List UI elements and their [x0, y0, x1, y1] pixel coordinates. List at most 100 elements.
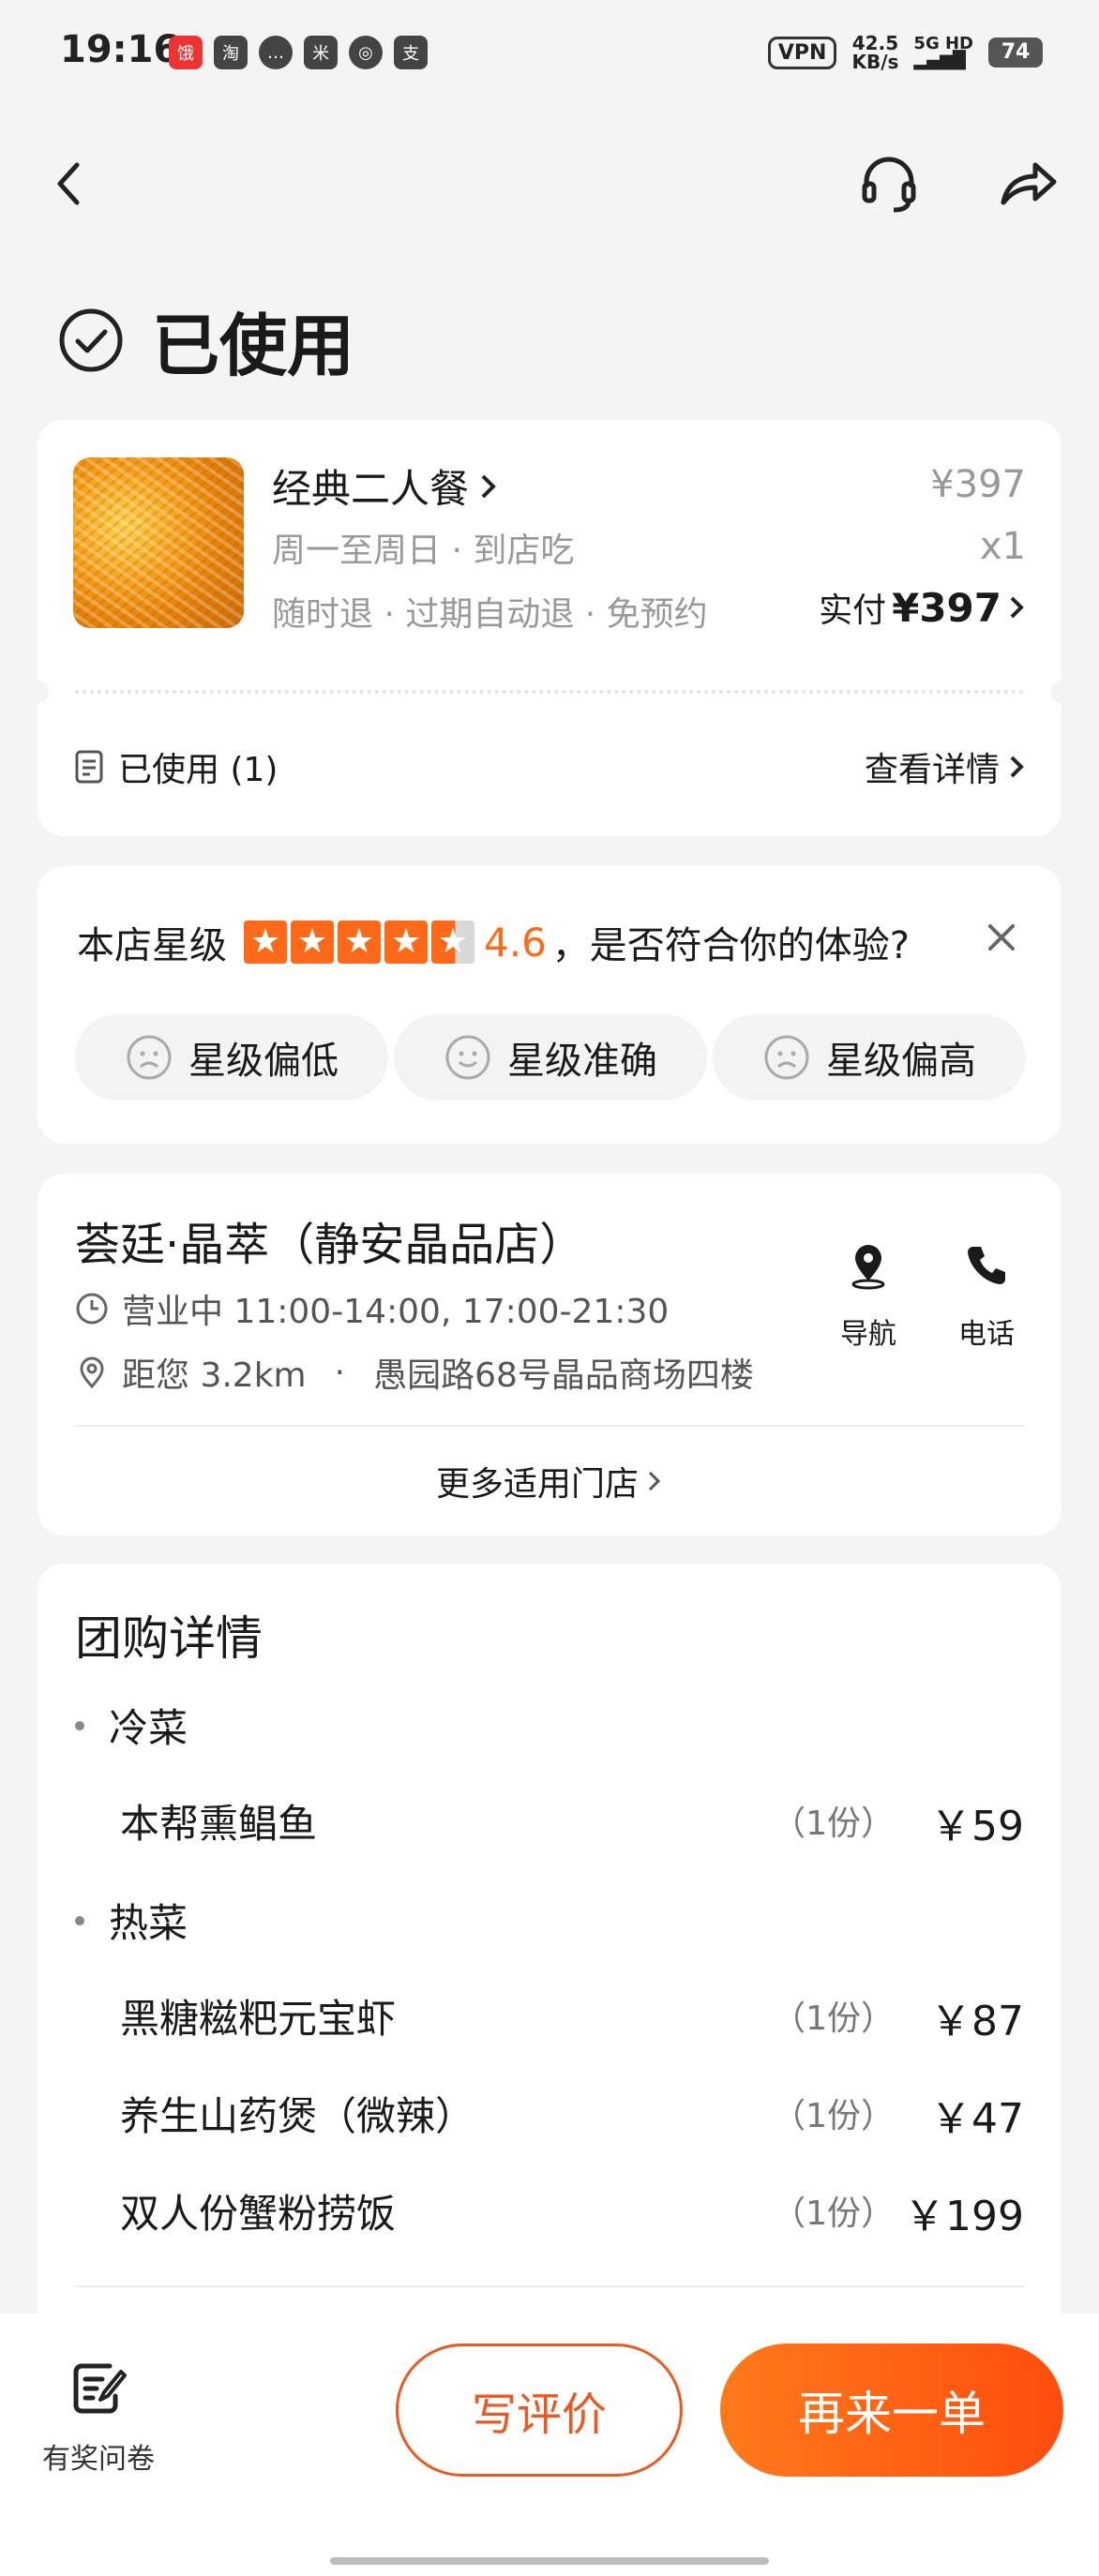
rating-option-label: 星级准确: [507, 1040, 657, 1083]
menu-item: 养生山药煲（微辣） （1份） ￥47: [120, 2085, 1024, 2143]
paid-label: 实付: [819, 592, 887, 630]
quantity: x1: [979, 525, 1026, 568]
category-heading: 热菜: [75, 1892, 188, 1949]
store-hours-row: 营业中 11:00-14:00, 17:00-21:30: [75, 1284, 669, 1333]
deal-tags: 随时退 · 过期自动退 · 免预约: [272, 595, 708, 634]
rating-option-label: 星级偏高: [826, 1040, 976, 1083]
rating-option-low[interactable]: 星级偏低: [75, 1014, 388, 1101]
status-app-icons: 饿 淘 … 米 ◎ 支: [169, 36, 428, 69]
deal-schedule: 周一至周日 · 到店吃: [272, 532, 575, 570]
address-separator: ·: [334, 1353, 346, 1392]
deal-name: 经典二人餐: [272, 466, 470, 512]
clock-icon: [76, 1293, 108, 1325]
speed-unit: KB/s: [851, 51, 899, 73]
divider: [75, 1425, 1024, 1427]
store-address-row: 距您 3.2km · 愚园路68号晶品商场四楼: [75, 1348, 754, 1397]
call-button[interactable]: 电话: [940, 1239, 1033, 1352]
view-details-link[interactable]: 查看详情: [865, 742, 1026, 791]
item-price: ￥59: [930, 1803, 1024, 1850]
original-price: ¥397: [930, 463, 1026, 506]
bottom-action-bar: 有奖问卷 写评价 再来一单: [0, 2314, 1099, 2576]
bullet: [75, 1720, 84, 1730]
network-speed: 42.5 KB/s: [851, 34, 898, 71]
unhappy-face-icon: [127, 1035, 172, 1080]
rating-option-label: 星级偏低: [188, 1040, 339, 1083]
used-status-row: 已使用 (1): [73, 742, 278, 791]
star-icon: ★: [338, 921, 381, 964]
reorder-button[interactable]: 再来一单: [720, 2344, 1063, 2477]
store-distance: 距您 3.2km: [122, 1356, 307, 1395]
alipay-app-icon: 支: [394, 36, 428, 69]
group-details-title: 团购详情: [75, 1611, 263, 1666]
signal-indicator: 5G HD ▂▄▆█: [913, 36, 973, 69]
page-title-row: 已使用: [56, 291, 354, 389]
rating-row: 本店星级 ★ ★ ★ ★ ★ 4.6 ，是否符合你的体验?: [77, 915, 910, 969]
order-card: 经典二人餐 周一至周日 · 到店吃 随时退 · 过期自动退 · 免预约 ¥397…: [26, 420, 1073, 836]
item-count: （1份）: [772, 1805, 895, 1843]
phone-label: 电话: [958, 1318, 1015, 1351]
perforation-dots: [75, 690, 1024, 694]
menu-item: 双人份蟹粉捞饭 （1份） ￥199: [120, 2182, 1024, 2240]
close-icon[interactable]: [981, 917, 1022, 958]
check-circle-icon: [59, 308, 123, 371]
rating-option-high[interactable]: 星级偏高: [713, 1014, 1026, 1101]
share-icon[interactable]: [994, 150, 1061, 217]
mi-app-icon: 米: [304, 36, 338, 69]
view-details-label: 查看详情: [864, 751, 1000, 789]
ticket-notch-right: [1050, 681, 1073, 703]
paid-amount: ¥397: [892, 584, 1001, 631]
more-stores-link[interactable]: 更多适用门店: [38, 1457, 1061, 1505]
chevron-right-icon: [648, 1471, 661, 1491]
signal-bars-icon: ▂▄▆█: [913, 51, 966, 70]
status-time: 19:16: [60, 28, 180, 71]
chevron-right-icon: [1010, 596, 1024, 619]
more-stores-label: 更多适用门店: [435, 1465, 639, 1504]
deal-name-link[interactable]: 经典二人餐: [272, 457, 499, 515]
menu-item: 黑糖糍粑元宝虾 （1份） ￥87: [120, 1987, 1024, 2045]
rating-option-accurate[interactable]: 星级准确: [394, 1014, 707, 1101]
store-card: 荟廷·晶萃（静安晶品店） 营业中 11:00-14:00, 17:00-21:3…: [38, 1174, 1061, 1535]
item-name: 双人份蟹粉捞饭: [120, 2191, 397, 2237]
category-heading: 冷菜: [75, 1697, 188, 1754]
category-name: 热菜: [109, 1900, 188, 1946]
message-app-icon: …: [259, 36, 293, 69]
item-price: ￥199: [904, 2193, 1024, 2240]
taobao-app-icon: 淘: [214, 36, 248, 69]
phone-icon: [968, 1247, 1005, 1284]
item-count: （1份）: [772, 1999, 895, 2038]
item-name: 养生山药煲（微辣）: [120, 2093, 475, 2139]
home-indicator[interactable]: [330, 2557, 769, 2565]
item-name: 黑糖糍粑元宝虾: [120, 1996, 397, 2042]
store-name: 荟廷·晶萃（静安晶品店）: [75, 1219, 585, 1271]
ticket-notch-left: [26, 681, 49, 703]
document-icon: [75, 750, 103, 784]
battery-icon: 74: [988, 37, 1043, 67]
write-review-button[interactable]: 写评价: [396, 2344, 683, 2477]
survey-button[interactable]: 有奖问卷: [38, 2359, 159, 2477]
store-hours: 营业中 11:00-14:00, 17:00-21:30: [122, 1293, 670, 1331]
category-name: 冷菜: [109, 1705, 188, 1751]
navigation-pin-icon: [851, 1245, 885, 1290]
speed-value: 42.5: [851, 32, 899, 54]
top-nav: [0, 131, 1099, 234]
vpn-indicator: VPN: [767, 36, 837, 69]
survey-edit-icon: [73, 2363, 127, 2414]
item-count: （1份）: [772, 2097, 895, 2135]
rating-feedback-card: 本店星级 ★ ★ ★ ★ ★ 4.6 ，是否符合你的体验? 星级偏低 星级准确 …: [38, 866, 1061, 1144]
survey-label: 有奖问卷: [42, 2443, 155, 2476]
navigate-button[interactable]: 导航: [821, 1239, 915, 1352]
star-icon: ★: [384, 921, 428, 964]
half-star-icon: ★: [431, 921, 474, 964]
paid-amount-link[interactable]: 实付 ¥397: [819, 583, 1026, 632]
deal-thumbnail[interactable]: [73, 457, 244, 628]
item-name: 本帮熏鲳鱼: [120, 1801, 318, 1847]
rating-score: 4.6: [484, 919, 547, 966]
back-arrow-icon[interactable]: [36, 150, 103, 217]
store-address: 愚园路68号晶品商场四楼: [373, 1356, 754, 1395]
chevron-right-icon: [1010, 756, 1024, 778]
smiley-face-icon: [445, 1035, 490, 1080]
star-rating: ★ ★ ★ ★ ★: [244, 921, 474, 964]
customer-service-headset-icon[interactable]: [855, 150, 923, 217]
bullet: [75, 1915, 84, 1925]
item-price: ￥87: [930, 1998, 1024, 2045]
